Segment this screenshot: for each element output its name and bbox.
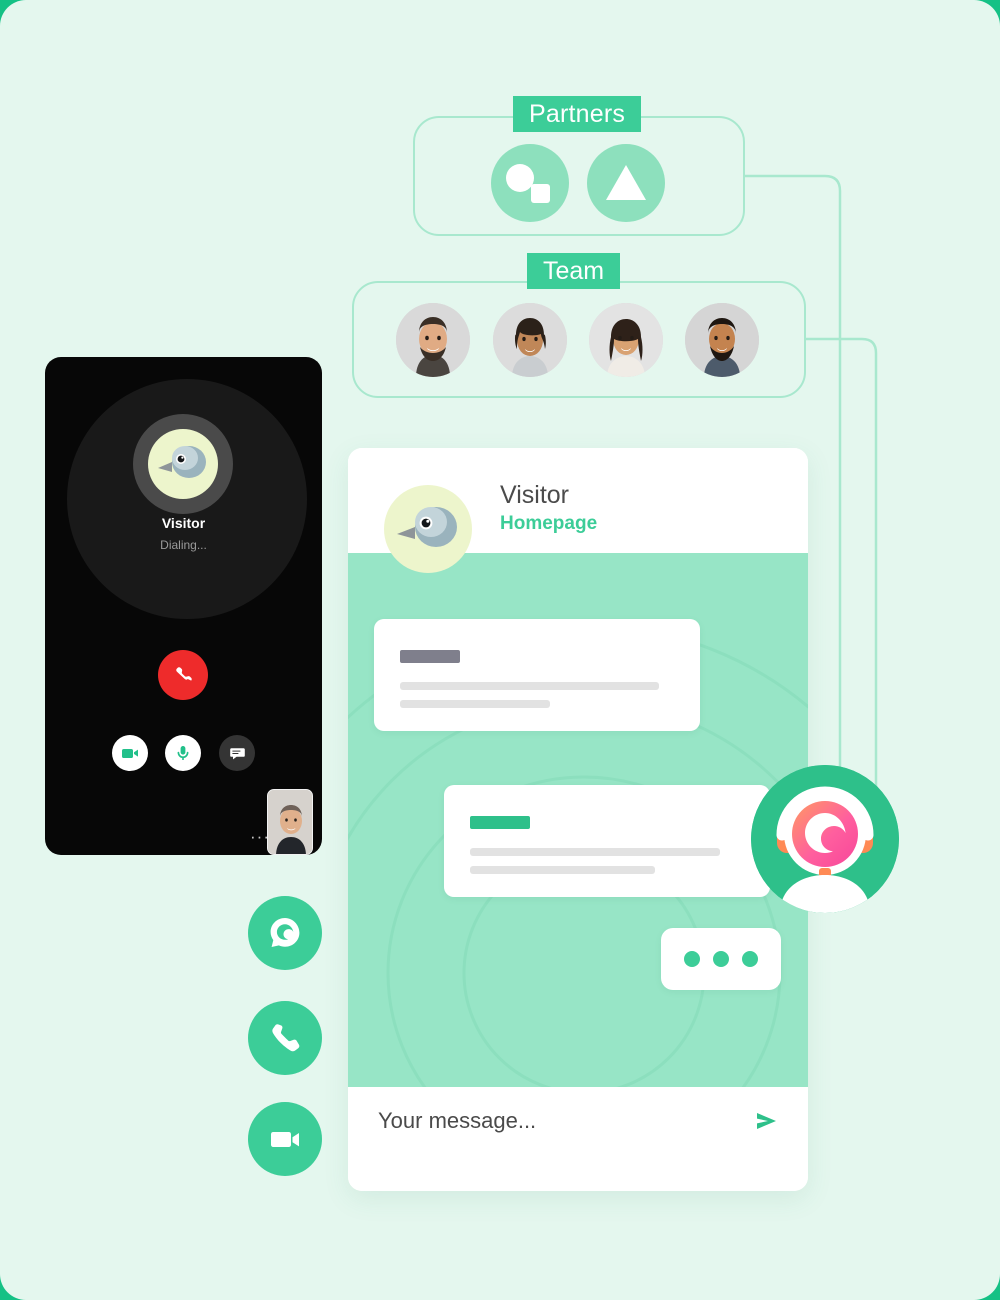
hangup-phone-icon: [176, 667, 192, 681]
microphone-icon: [177, 746, 189, 760]
call-control-video[interactable]: [112, 735, 148, 771]
typing-dot: [742, 951, 758, 967]
message-bubble[interactable]: [444, 785, 770, 897]
team-member-avatar[interactable]: [396, 303, 470, 377]
message-text-line: [400, 682, 659, 690]
typing-dot: [684, 951, 700, 967]
typing-dot: [713, 951, 729, 967]
chat-header-title: Visitor: [500, 481, 570, 509]
chat-header-subtitle: Homepage: [500, 513, 598, 534]
message-text-line: [400, 700, 550, 708]
team-member-avatar[interactable]: [589, 303, 663, 377]
triangle-shape-icon: [606, 165, 646, 200]
send-arrow-icon: [757, 1113, 776, 1129]
fab-chat-button[interactable]: [248, 896, 322, 970]
message-author-label: [470, 816, 530, 829]
call-contact-name: Visitor: [161, 515, 206, 531]
video-camera-icon: [271, 1132, 299, 1147]
call-control-chat[interactable]: [219, 735, 255, 771]
fab-video-button[interactable]: [248, 1102, 322, 1176]
circle-shape-icon: [506, 164, 534, 192]
chat-header-avatar: [384, 485, 472, 573]
bird-avatar-icon: [148, 429, 218, 499]
chat-message-list[interactable]: [348, 553, 808, 1087]
team-member-avatar[interactable]: [493, 303, 567, 377]
headset-bot-avatar-icon[interactable]: [751, 765, 899, 913]
self-view-thumbnail[interactable]: [267, 789, 313, 855]
team-member-avatar[interactable]: [685, 303, 759, 377]
typing-indicator: [661, 928, 781, 990]
call-control-mic[interactable]: [165, 735, 201, 771]
chat-footer: [348, 1087, 808, 1191]
partners-badge: Partners: [513, 96, 642, 132]
page-root: Partners Team Visitor Dialing... ··· You…: [0, 0, 1000, 1300]
team-badge: Team: [527, 253, 621, 289]
message-input[interactable]: [378, 1108, 708, 1134]
send-button[interactable]: [746, 1101, 786, 1141]
call-status-text: Dialing...: [160, 538, 207, 552]
chat-swirl-icon: [270, 918, 300, 947]
phone-handset-icon: [272, 1024, 300, 1052]
partners-group: [413, 116, 745, 236]
fab-call-button[interactable]: [248, 1001, 322, 1075]
message-text-line: [470, 848, 720, 856]
partner-logo-circle-square[interactable]: [491, 144, 569, 222]
message-author-label: [400, 650, 460, 663]
video-camera-icon: [122, 749, 138, 758]
partner-logo-triangle[interactable]: [587, 144, 665, 222]
chat-bubble-icon: [229, 747, 245, 759]
message-text-line: [470, 866, 655, 874]
square-shape-icon: [531, 184, 550, 203]
message-bubble[interactable]: [374, 619, 700, 731]
hangup-button[interactable]: [158, 650, 208, 700]
